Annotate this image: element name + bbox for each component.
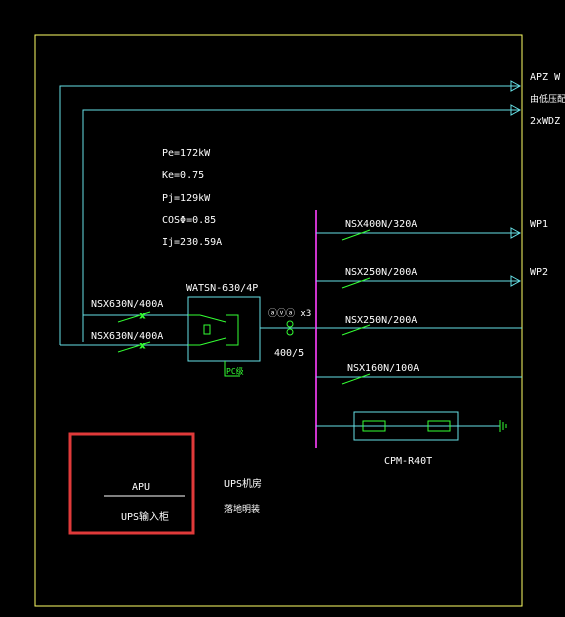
branch-breaker-2-contact [341,277,371,289]
feeder-label-3: 2xWDZ [530,116,560,127]
branch-breaker-3-label: NSX250N/200A [345,315,417,326]
single-line-diagram: APZ W 由低压配电 2xWDZ Pe=172kW Ke=0.75 Pj=12… [34,34,565,607]
feeder-label-1: APZ W [530,72,561,83]
incomer-breaker-1-mark: x [140,311,145,320]
branch-breaker-1-contact [341,229,371,241]
feeder-label-2: 由低压配电 [530,93,565,105]
load-calc-ke: Ke=0.75 [162,170,204,181]
ct-coil-2 [286,328,294,336]
ats-label: WATSN-630/4P [186,283,258,294]
load-calc-ij: Ij=230.59A [162,237,222,248]
branch-circuit-2: WP2 [530,267,548,278]
ats-commons [226,314,239,346]
branch-breaker-2-label: NSX250N/200A [345,267,417,278]
ground-icon [499,420,507,432]
ct-meter-label: ⓐⓥⓐ x3 [268,308,311,319]
load-calculation: Pe=172kW Ke=0.75 Pj=129kW COSΦ=0.85 Ij=2… [162,148,222,248]
branch-breaker-1-label: NSX400N/320A [345,219,417,230]
load-calc-pe: Pe=172kW [162,148,211,159]
surge-protector [316,411,507,441]
schematic-canvas: APZ W 由低压配电 2xWDZ Pe=172kW Ke=0.75 Pj=12… [0,0,565,617]
incomer-breaker-2-contact [117,341,151,353]
branch-circuit-1: WP1 [530,219,548,230]
ats-box [187,296,261,362]
load-calc-pj: Pj=129kW [162,193,211,204]
incomer-breaker-2-mark: x [140,341,145,350]
ct-coil-1 [286,320,294,328]
ct-ratio: 400/5 [274,348,304,359]
panel-room: UPS机房 [224,477,262,490]
branch-breaker-3-contact [341,324,371,336]
incomer-label-1: NSX630N/400A [91,299,163,310]
panel-mount: 落地明装 [224,503,260,515]
incomer-label-2: NSX630N/400A [91,331,163,342]
panel-description: UPS输入柜 [121,510,169,523]
branch-circuits: NSX400N/320A NSX250N/200A NSX250N/200A N… [316,219,548,385]
ats-controller-label: PC级 [226,366,244,376]
incomer-breaker-1-contact [117,311,151,323]
branch-breaker-4-contact [341,373,371,385]
spd-label: CPM-R40T [384,456,432,467]
ats-contact-2 [199,337,227,346]
panel-name: APU [132,482,150,493]
ats-contact-1 [199,314,227,323]
load-calc-cos: COSΦ=0.85 [162,215,216,226]
ats-solenoid [203,324,211,335]
branch-breaker-4-label: NSX160N/100A [347,363,419,374]
panel-frame [34,34,523,607]
